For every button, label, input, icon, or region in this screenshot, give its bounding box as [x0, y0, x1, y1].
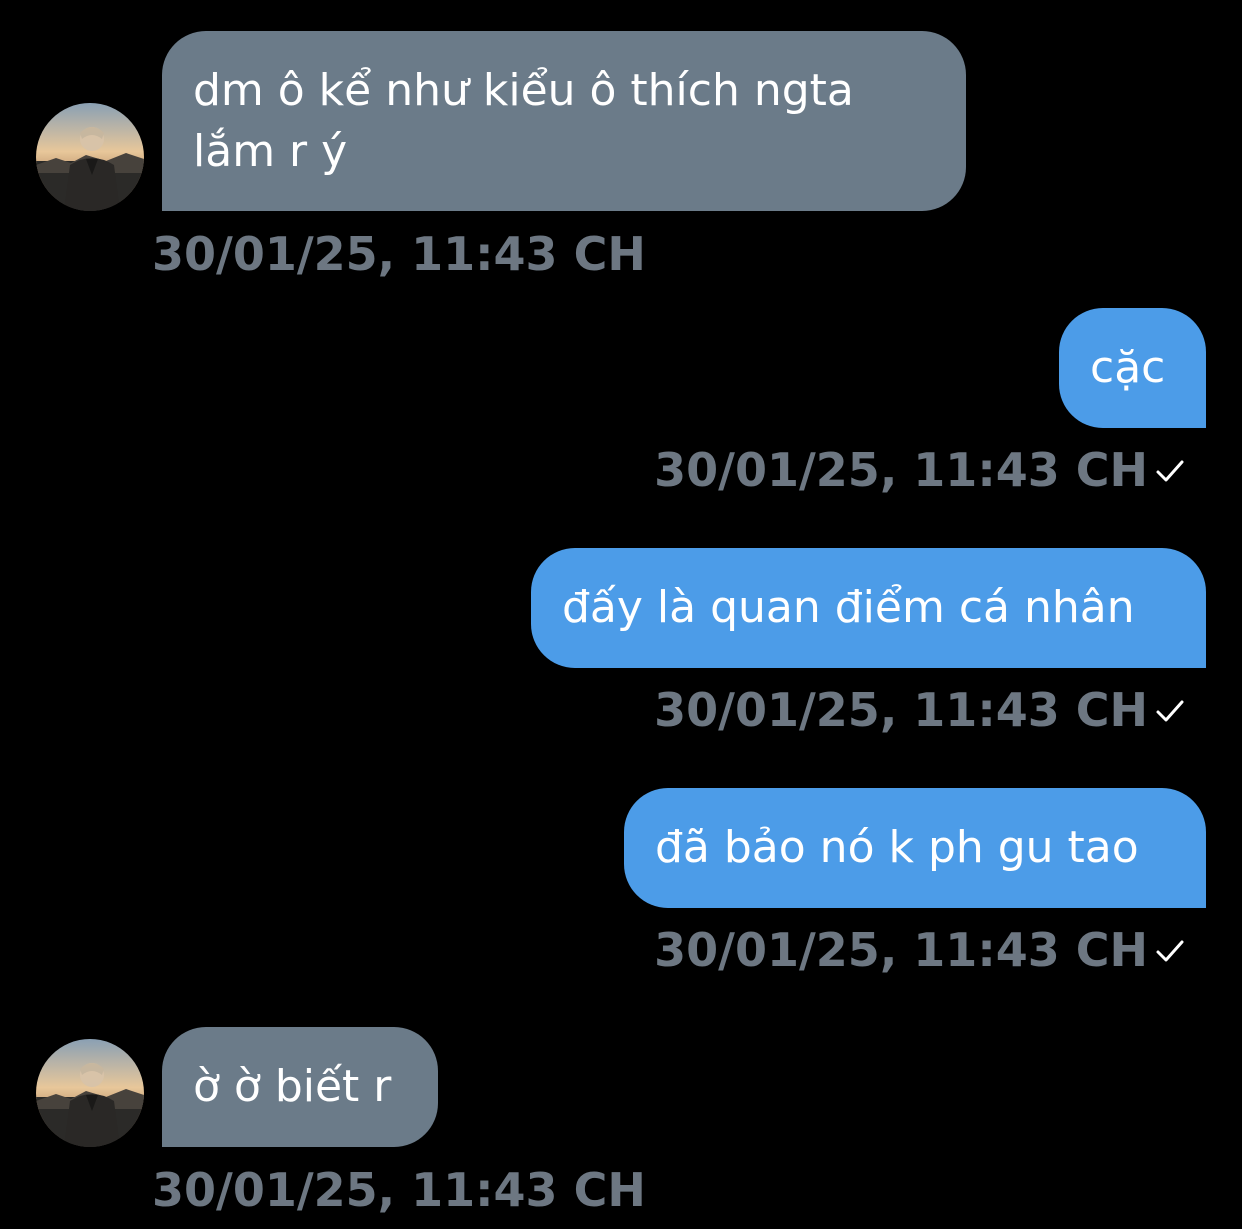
message-text: ờ ờ biết r: [193, 1061, 392, 1112]
avatar[interactable]: [36, 1039, 144, 1147]
message-timestamp: 30/01/25, 11:43 CH: [654, 923, 1148, 977]
message-timestamp: 30/01/25, 11:43 CH: [152, 227, 646, 281]
message-timestamp: 30/01/25, 11:43 CH: [654, 443, 1148, 497]
message-text: đã bảo nó k ph gu tao: [655, 822, 1139, 873]
message-bubble-outgoing[interactable]: đã bảo nó k ph gu tao: [624, 788, 1206, 908]
message-bubble-outgoing[interactable]: đấy là quan điểm cá nhân: [531, 548, 1206, 668]
message-text: cặc: [1090, 342, 1166, 393]
avatar[interactable]: [36, 103, 144, 211]
message-timestamp: 30/01/25, 11:43 CH: [654, 683, 1148, 737]
message-text: đấy là quan điểm cá nhân: [562, 582, 1135, 633]
message-bubble-outgoing[interactable]: cặc: [1059, 308, 1206, 428]
message-text: lắm r ý: [193, 126, 348, 177]
message-bubble-incoming[interactable]: dm ô kể như kiểu ô thích ngta lắm r ý: [162, 31, 966, 211]
message-text: dm ô kể như kiểu ô thích ngta: [193, 65, 854, 116]
checkmark-icon: [1156, 940, 1184, 962]
message-bubble-incoming[interactable]: ờ ờ biết r: [162, 1027, 438, 1147]
message-timestamp: 30/01/25, 11:43 CH: [152, 1163, 646, 1217]
checkmark-icon: [1156, 700, 1184, 722]
checkmark-icon: [1156, 460, 1184, 482]
